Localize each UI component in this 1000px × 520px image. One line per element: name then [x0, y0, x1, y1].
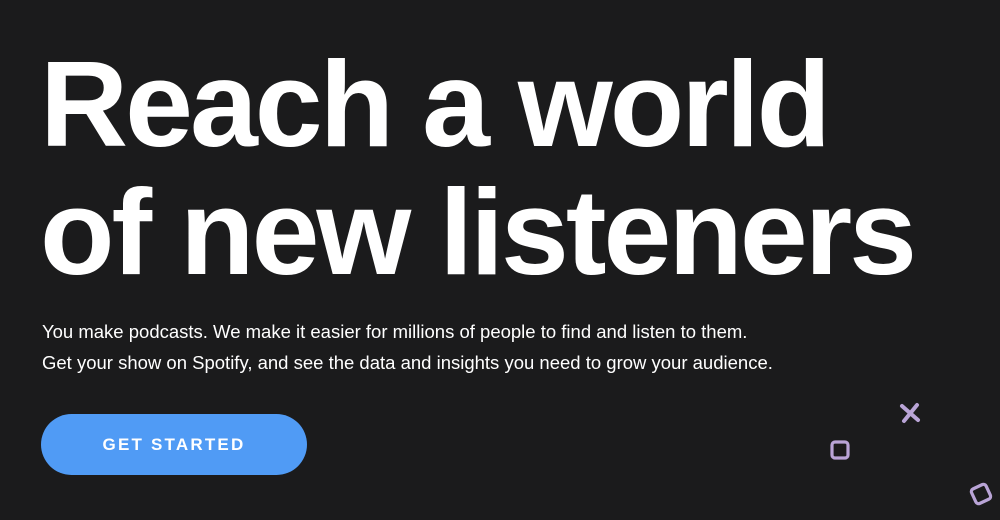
headline-line-2: of new listeners	[40, 164, 917, 300]
square-outline-icon	[969, 482, 993, 506]
hero-headline: Reach a world of new listeners	[40, 36, 917, 300]
hero-subtext: You make podcasts. We make it easier for…	[42, 316, 773, 378]
headline-line-1: Reach a world	[40, 36, 831, 172]
subtext-line-1: You make podcasts. We make it easier for…	[42, 321, 748, 342]
subtext-line-2: Get your show on Spotify, and see the da…	[42, 352, 773, 373]
hero-section: Reach a world of new listeners You make …	[0, 0, 1000, 520]
square-outline-icon	[830, 440, 850, 460]
x-mark-icon	[900, 403, 920, 423]
get-started-button[interactable]: GET STARTED	[41, 414, 307, 475]
